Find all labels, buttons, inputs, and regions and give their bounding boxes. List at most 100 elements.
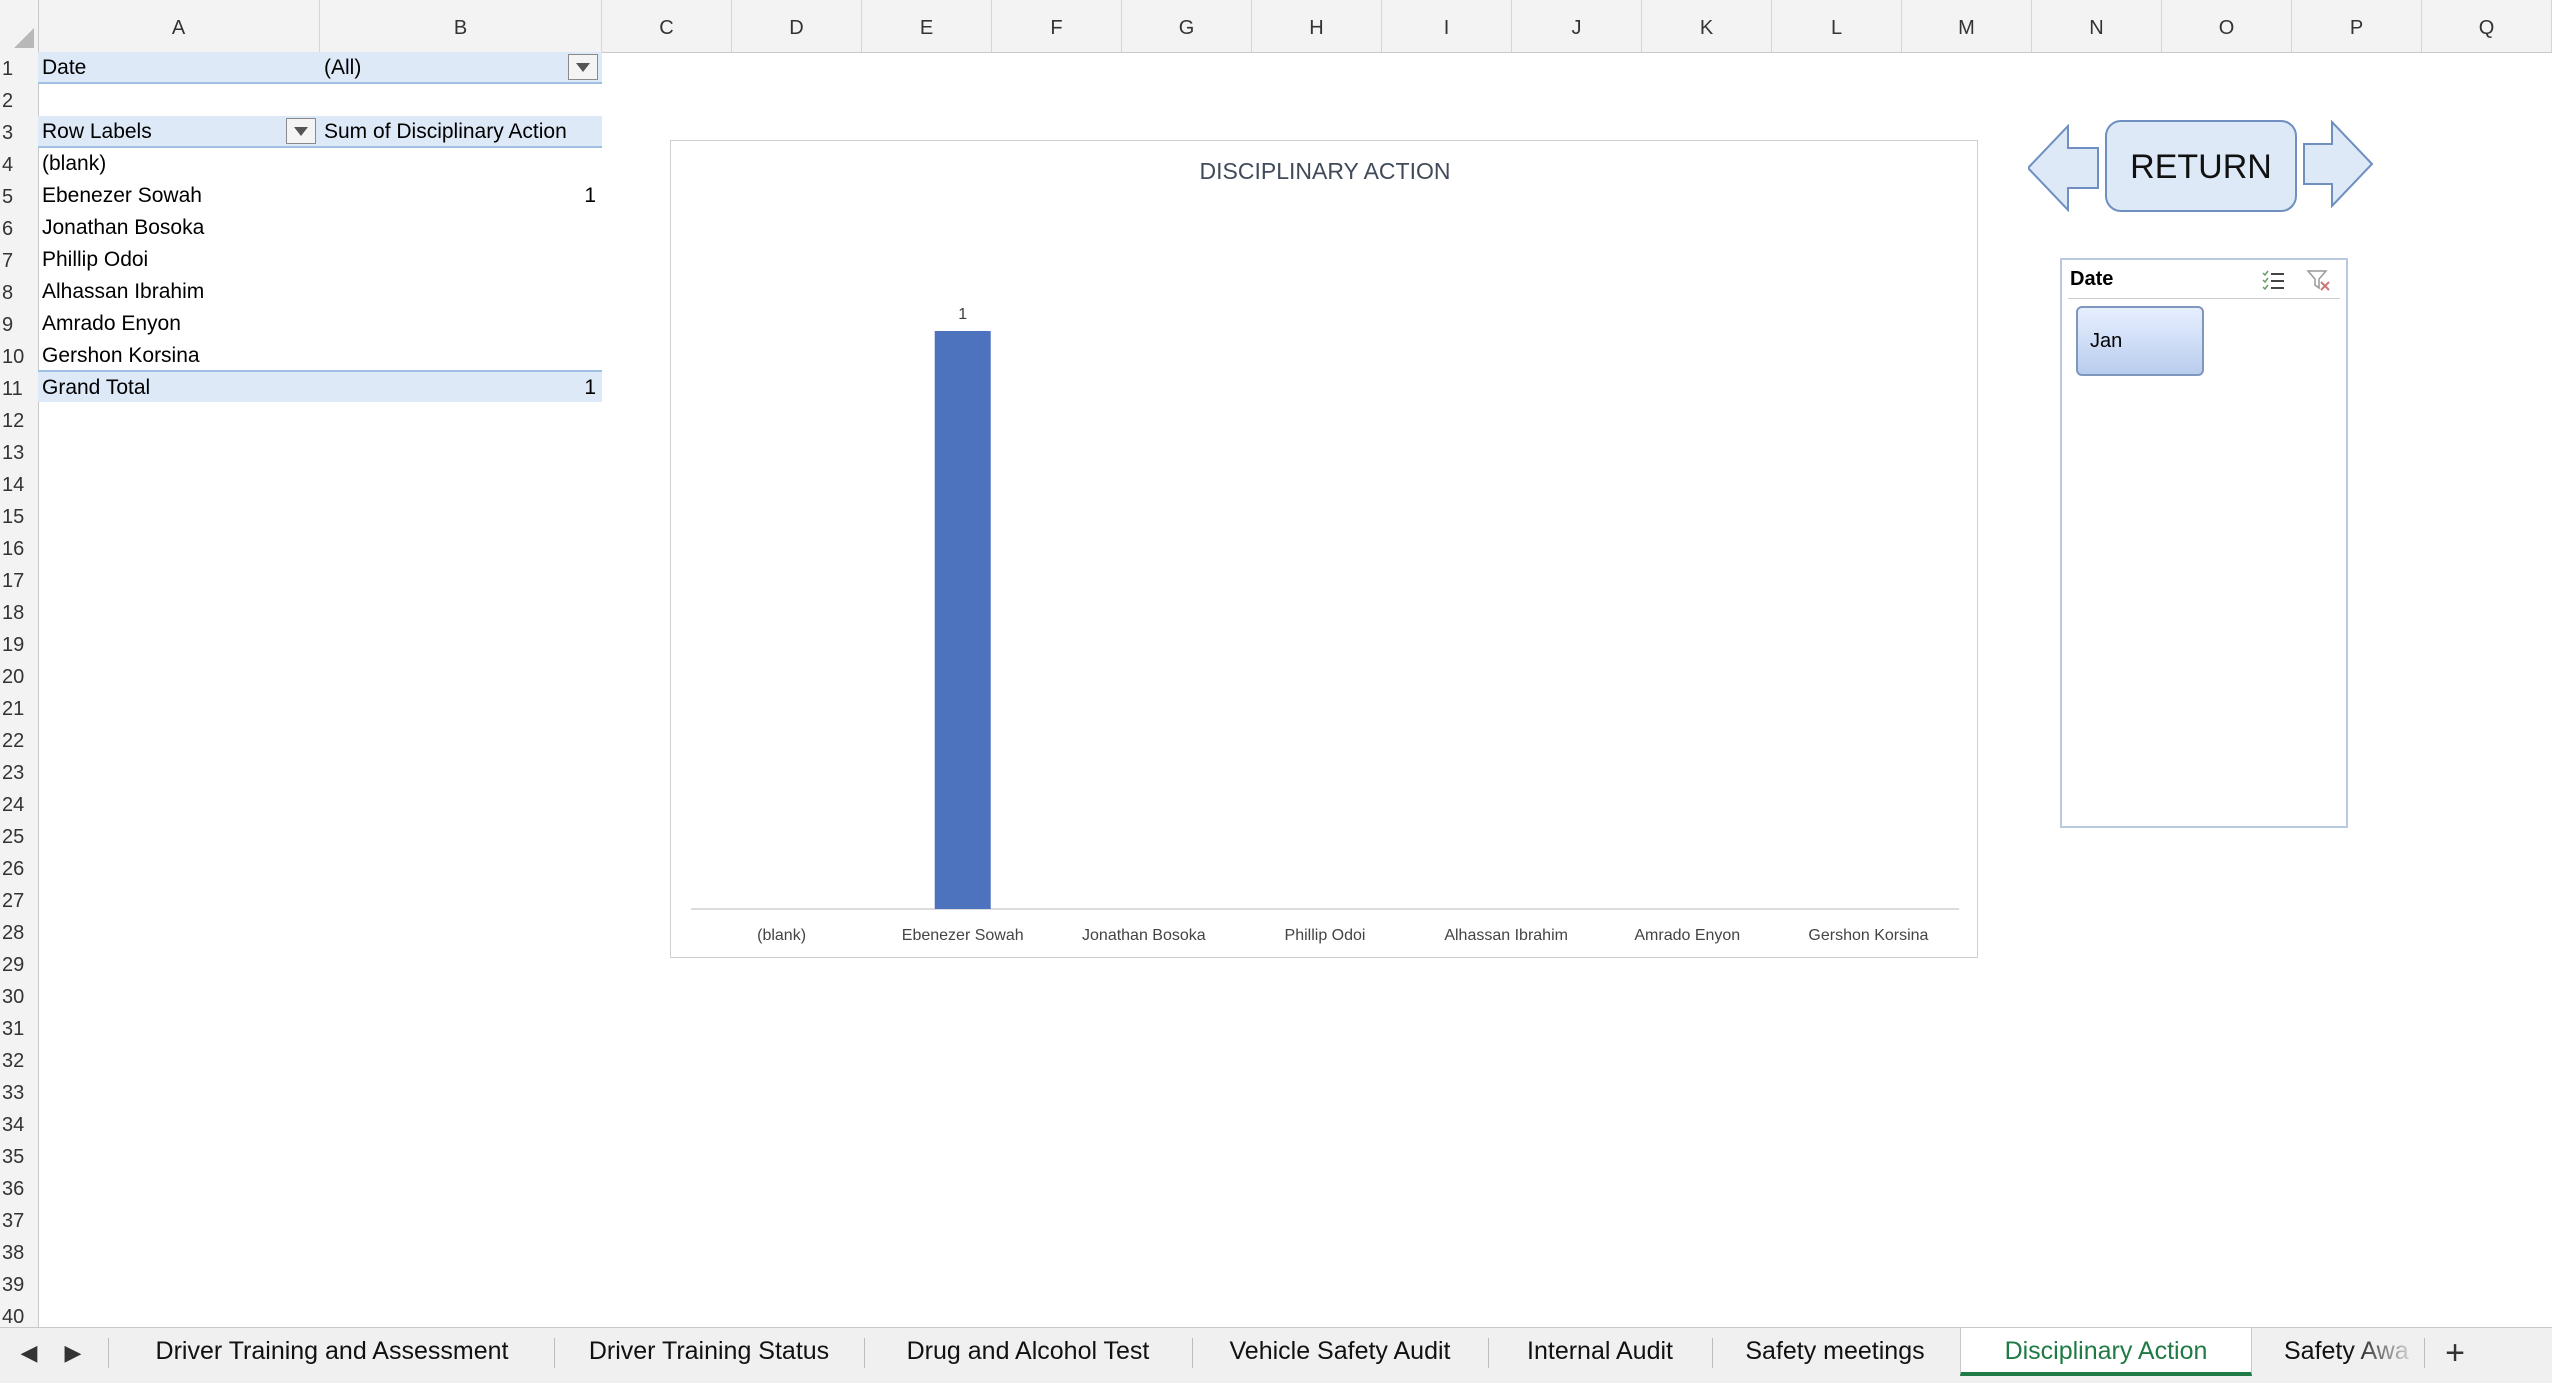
- column-header-c[interactable]: C: [602, 0, 732, 52]
- column-header-g[interactable]: G: [1122, 0, 1252, 52]
- pivot-filter-value[interactable]: (All): [320, 52, 560, 82]
- column-header-e[interactable]: E: [862, 0, 992, 52]
- column-header-l[interactable]: L: [1772, 0, 1902, 52]
- next-arrow-icon[interactable]: [2302, 120, 2374, 208]
- select-all-corner[interactable]: [0, 0, 39, 52]
- clear-filter-icon[interactable]: [2306, 268, 2332, 292]
- previous-sheet-icon[interactable]: ◀: [12, 1328, 46, 1378]
- column-header-n[interactable]: N: [2032, 0, 2162, 52]
- row-header[interactable]: 28: [0, 916, 38, 948]
- row-header[interactable]: 25: [0, 820, 38, 852]
- row-header[interactable]: 12: [0, 404, 38, 436]
- tab-safety-meetings[interactable]: Safety meetings: [1714, 1328, 1956, 1376]
- row-header[interactable]: 9: [0, 308, 38, 340]
- row-header[interactable]: 38: [0, 1236, 38, 1268]
- pivot-row-label[interactable]: Alhassan Ibrahim: [38, 276, 318, 306]
- row-header[interactable]: 35: [0, 1140, 38, 1172]
- tab-internal-audit[interactable]: Internal Audit: [1490, 1328, 1710, 1376]
- row-header[interactable]: 14: [0, 468, 38, 500]
- column-header-o[interactable]: O: [2162, 0, 2292, 52]
- tab-driver-training-and-assessment[interactable]: Driver Training and Assessment: [110, 1328, 554, 1376]
- column-header-p[interactable]: P: [2292, 0, 2422, 52]
- row-header[interactable]: 3: [0, 116, 38, 148]
- pivot-row-label[interactable]: Phillip Odoi: [38, 244, 318, 274]
- row-header[interactable]: 20: [0, 660, 38, 692]
- tab-drug-and-alcohol-test[interactable]: Drug and Alcohol Test: [866, 1328, 1190, 1376]
- row-header[interactable]: 23: [0, 756, 38, 788]
- row-header[interactable]: 13: [0, 436, 38, 468]
- return-button[interactable]: RETURN: [2105, 120, 2297, 212]
- row-header[interactable]: 16: [0, 532, 38, 564]
- pivot-row-value: [320, 212, 602, 242]
- row-header[interactable]: 15: [0, 500, 38, 532]
- row-header[interactable]: 26: [0, 852, 38, 884]
- column-header-m[interactable]: M: [1902, 0, 2032, 52]
- row-header[interactable]: 24: [0, 788, 38, 820]
- column-header-a[interactable]: A: [38, 0, 320, 52]
- tab-vehicle-safety-audit[interactable]: Vehicle Safety Audit: [1194, 1328, 1486, 1376]
- tab-driver-training-status[interactable]: Driver Training Status: [556, 1328, 862, 1376]
- row-header[interactable]: 37: [0, 1204, 38, 1236]
- pivot-value-header: Sum of Disciplinary Action: [324, 120, 567, 143]
- slicer-separator: [2068, 298, 2340, 299]
- pivot-row-labels-header: Row Labels: [42, 120, 152, 143]
- pivot-row-label[interactable]: Jonathan Bosoka: [38, 212, 318, 242]
- pivot-row-label[interactable]: Amrado Enyon: [38, 308, 318, 338]
- add-sheet-button[interactable]: +: [2430, 1328, 2480, 1378]
- grand-total-value: 1: [584, 376, 596, 399]
- date-slicer[interactable]: Date Jan: [2060, 258, 2348, 828]
- row-header[interactable]: 29: [0, 948, 38, 980]
- slicer-item-jan[interactable]: Jan: [2076, 306, 2204, 376]
- row-header[interactable]: 5: [0, 180, 38, 212]
- grand-total-label: Grand Total: [42, 376, 151, 399]
- previous-arrow-icon[interactable]: [2028, 124, 2100, 212]
- pivot-row-label[interactable]: Ebenezer Sowah: [38, 180, 318, 210]
- pivot-row-label[interactable]: Gershon Korsina: [38, 340, 318, 370]
- tab-disciplinary-action[interactable]: Disciplinary Action: [1960, 1328, 2252, 1376]
- chart-category-label: Jonathan Bosoka: [1082, 927, 1206, 944]
- column-header-j[interactable]: J: [1512, 0, 1642, 52]
- disciplinary-action-chart[interactable]: DISCIPLINARY ACTION (blank) 1 Ebenezer Sowa…: [670, 140, 1978, 958]
- tab-separator: [108, 1338, 109, 1368]
- slicer-title: Date: [2070, 268, 2114, 290]
- tab-separator: [1192, 1338, 1193, 1368]
- column-header-b[interactable]: B: [320, 0, 602, 52]
- row-labels-dropdown-icon[interactable]: [286, 118, 316, 144]
- row-header[interactable]: 11: [0, 372, 38, 404]
- row-header[interactable]: 21: [0, 692, 38, 724]
- column-header-i[interactable]: I: [1382, 0, 1512, 52]
- chart-bar[interactable]: [934, 331, 991, 909]
- multi-select-icon[interactable]: [2260, 268, 2286, 292]
- tab-separator: [2424, 1338, 2425, 1368]
- row-header[interactable]: 22: [0, 724, 38, 756]
- column-header-h[interactable]: H: [1252, 0, 1382, 52]
- tab-separator: [864, 1338, 865, 1368]
- row-header[interactable]: 18: [0, 596, 38, 628]
- row-header[interactable]: 4: [0, 148, 38, 180]
- row-header[interactable]: 33: [0, 1076, 38, 1108]
- row-header[interactable]: 8: [0, 276, 38, 308]
- row-header[interactable]: 6: [0, 212, 38, 244]
- row-header[interactable]: 30: [0, 980, 38, 1012]
- row-header[interactable]: 27: [0, 884, 38, 916]
- pivot-row-label[interactable]: (blank): [38, 148, 318, 178]
- row-header[interactable]: 32: [0, 1044, 38, 1076]
- column-header-q[interactable]: Q: [2422, 0, 2552, 52]
- row-header[interactable]: 34: [0, 1108, 38, 1140]
- column-header-k[interactable]: K: [1642, 0, 1772, 52]
- row-header[interactable]: 2: [0, 84, 38, 116]
- row-header[interactable]: 40: [0, 1300, 38, 1327]
- row-header[interactable]: 31: [0, 1012, 38, 1044]
- row-header[interactable]: 7: [0, 244, 38, 276]
- row-header[interactable]: 10: [0, 340, 38, 372]
- row-header[interactable]: 19: [0, 628, 38, 660]
- next-sheet-icon[interactable]: ▶: [56, 1328, 90, 1378]
- filter-dropdown-icon[interactable]: [568, 54, 598, 80]
- column-header-d[interactable]: D: [732, 0, 862, 52]
- column-header-f[interactable]: F: [992, 0, 1122, 52]
- sheet-tab-bar: ◀ ▶ Driver Training and Assessment Drive…: [0, 1327, 2552, 1383]
- row-header[interactable]: 1: [0, 52, 38, 84]
- row-header[interactable]: 39: [0, 1268, 38, 1300]
- row-header[interactable]: 17: [0, 564, 38, 596]
- row-header[interactable]: 36: [0, 1172, 38, 1204]
